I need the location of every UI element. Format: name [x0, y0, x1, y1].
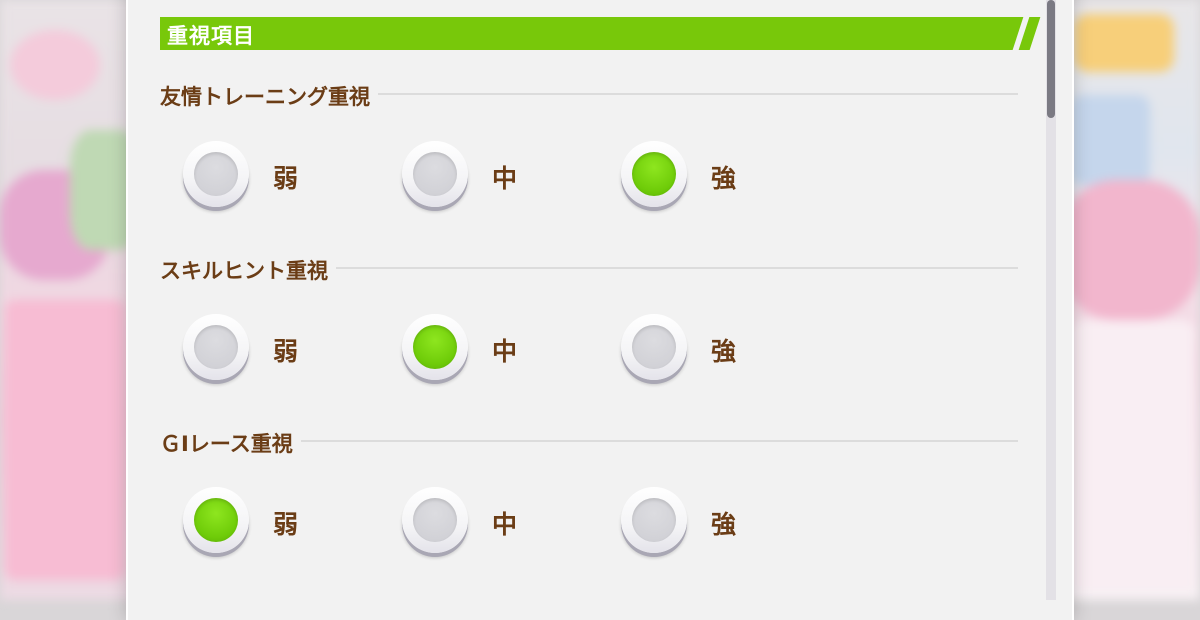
scrollbar-thumb[interactable] [1047, 0, 1055, 118]
background-right-panel [1060, 0, 1200, 600]
radio-friendship-strong[interactable] [621, 141, 691, 211]
option-label-strong: 強 [711, 337, 737, 366]
option-label-weak: 弱 [273, 510, 299, 539]
section-title: 重視項目 [167, 24, 255, 48]
group-label-skill-hint: スキルヒント重視 [160, 255, 336, 285]
option-label-strong: 強 [711, 510, 737, 539]
option-label-weak: 弱 [273, 337, 299, 366]
option-label-weak: 弱 [273, 164, 299, 193]
radio-skillhint-weak[interactable] [183, 314, 253, 384]
group-label-friendship-training: 友情トレーニング重視 [160, 81, 378, 111]
radio-skillhint-strong[interactable] [621, 314, 691, 384]
background-left-panel [0, 0, 140, 600]
option-label-medium: 中 [492, 510, 518, 539]
radio-g1race-weak[interactable] [183, 487, 253, 557]
group-label-g1-race: ＧⅠレース重視 [160, 428, 301, 458]
option-label-medium: 中 [492, 164, 518, 193]
option-label-strong: 強 [711, 164, 737, 193]
radio-friendship-weak[interactable] [183, 141, 253, 211]
radio-g1race-medium[interactable] [402, 487, 472, 557]
radio-friendship-medium[interactable] [402, 141, 472, 211]
radio-skillhint-medium[interactable] [402, 314, 472, 384]
radio-g1race-strong[interactable] [621, 487, 691, 557]
section-header: 重視項目 [160, 17, 1040, 50]
option-label-medium: 中 [492, 337, 518, 366]
